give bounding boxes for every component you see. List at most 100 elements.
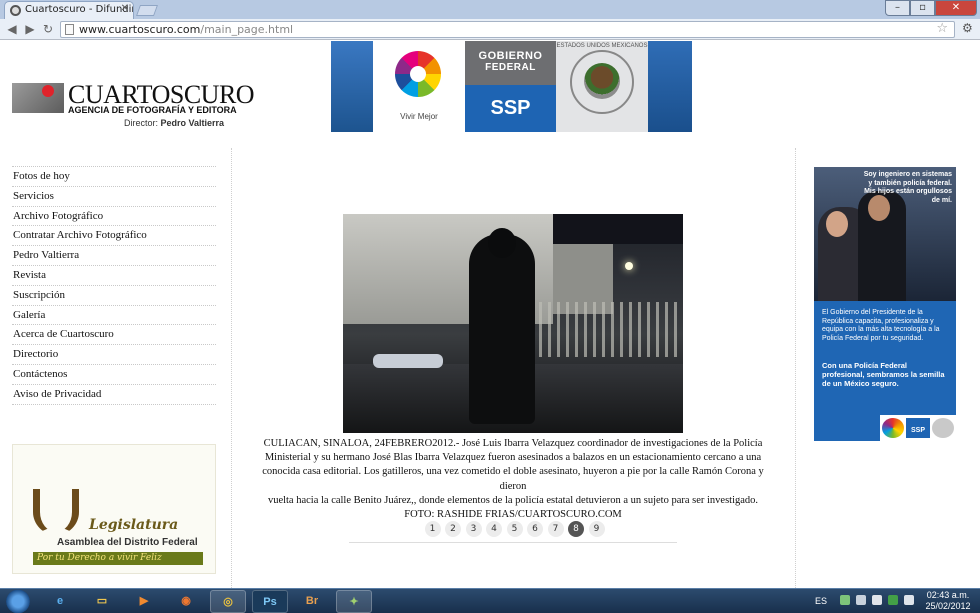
chrome-icon[interactable]: ◎ [210, 590, 246, 613]
minimize-button[interactable]: – [885, 0, 910, 16]
volume-icon[interactable] [904, 595, 914, 605]
url-domain: www.cuartoscuro.com [79, 23, 201, 36]
tray-icon[interactable] [840, 595, 850, 605]
logo-mark-icon [12, 83, 64, 113]
sidebar-item-pedro-valtierra[interactable]: Pedro Valtierra [12, 246, 216, 266]
sidebar-item-servicios[interactable]: Servicios [12, 187, 216, 207]
sidebar-item-fotos-de-hoy[interactable]: Fotos de hoy [12, 167, 216, 187]
bookmark-star-icon[interactable]: ☆ [936, 21, 948, 36]
legislatura-title: Legislatura [89, 517, 179, 533]
caption-line: conocida casa editorial. Los gatilleros,… [262, 466, 764, 492]
sidebar-menu: Fotos de hoy Servicios Archivo Fotográfi… [12, 166, 216, 405]
page-button-1[interactable]: 1 [424, 521, 441, 537]
vivir-mejor-logo-icon [395, 51, 441, 97]
legislatura-subtitle: Asamblea del Distrito Federal [57, 537, 198, 548]
tray-icon[interactable] [888, 595, 898, 605]
ad-quote: Soy ingeniero en sistemas y también poli… [863, 171, 952, 204]
firefox-icon[interactable]: ◉ [168, 590, 204, 613]
gobierno-label: GOBIERNO [478, 50, 543, 62]
legislatura-logo-icon [33, 489, 79, 535]
address-bar[interactable]: www.cuartoscuro.com/main_page.html ☆ [60, 21, 955, 38]
mexico-seal-icon [932, 418, 954, 438]
page-icon [65, 24, 74, 35]
photo-sky [553, 214, 683, 244]
sidebar-item-acerca[interactable]: Acerca de Cuartoscuro [12, 325, 216, 346]
sidebar-item-suscripcion[interactable]: Suscripción [12, 286, 216, 306]
mexico-seal-panel: ESTADOS UNIDOS MEXICANOS [556, 41, 648, 132]
sidebar-item-galeria[interactable]: Galería [12, 306, 216, 326]
tab-title: Cuartoscuro - Difundir la in [25, 4, 134, 15]
top-banner-ad[interactable]: Vivir Mejor GOBIERNO FEDERAL SSP ESTADOS… [331, 41, 692, 132]
bridge-icon[interactable]: Br [294, 590, 330, 613]
wrench-menu-icon[interactable]: ⚙ [962, 21, 976, 37]
browser-tab-bar: Cuartoscuro - Difundir la in ✕ – ▫ ✕ [0, 0, 980, 19]
sidebar-item-directorio[interactable]: Directorio [12, 345, 216, 365]
sidebar-item-archivo-fotografico[interactable]: Archivo Fotográfico [12, 207, 216, 227]
ssp-logo: SSP [906, 418, 930, 438]
director-line: Director: Pedro Valtierra [124, 118, 224, 128]
explorer-folder-icon[interactable]: ▭ [84, 590, 120, 613]
clock-time: 02:43 a.m. [926, 590, 970, 600]
network-app-icon[interactable]: ✦ [336, 590, 372, 613]
start-button[interactable] [3, 589, 33, 613]
web-page: CUARTOSCURO AGENCIA DE FOTOGRAFÍA Y EDIT… [0, 40, 980, 588]
photo-soldier [469, 234, 535, 424]
federal-label: FEDERAL [485, 62, 536, 73]
vivir-mejor-label: Vivir Mejor [400, 112, 438, 121]
cuartoscuro-logo[interactable]: CUARTOSCURO AGENCIA DE FOTOGRAFÍA Y EDIT… [12, 80, 255, 130]
window-controls: – ▫ ✕ [885, 0, 977, 16]
tab-close-icon[interactable]: ✕ [121, 3, 129, 14]
divider [231, 148, 232, 588]
divider [795, 148, 796, 588]
page-button-8-active[interactable]: 8 [568, 521, 584, 537]
sidebar-item-aviso-privacidad[interactable]: Aviso de Privacidad [12, 385, 216, 405]
sidebar-item-revista[interactable]: Revista [12, 266, 216, 286]
caption-line: CULIACAN, SINALOA, 24FEBRERO2012.- José … [263, 438, 763, 449]
page-button-5[interactable]: 5 [506, 521, 523, 537]
browser-tab[interactable]: Cuartoscuro - Difundir la in ✕ [4, 1, 134, 19]
site-favicon-icon [10, 5, 21, 16]
page-button-6[interactable]: 6 [527, 521, 543, 537]
ad-logos: SSP [880, 415, 956, 441]
vivir-mejor-panel: Vivir Mejor [373, 41, 465, 132]
back-icon[interactable]: ◀ [4, 21, 20, 37]
legislatura-ad[interactable]: Legislatura Asamblea del Distrito Federa… [12, 444, 216, 574]
sidebar-item-contratar-archivo[interactable]: Contratar Archivo Fotográfico [12, 226, 216, 247]
mexican-eagle-icon [584, 63, 620, 99]
sidebar-item-contactenos[interactable]: Contáctenos [12, 365, 216, 385]
page-button-9[interactable]: 9 [588, 521, 605, 537]
photo-pager: 1 2 3 4 5 6 7 8 9 [349, 521, 677, 543]
legislatura-slogan: Por tu Derecho a vivir Feliz [33, 552, 203, 565]
policia-federal-ad[interactable]: Soy ingeniero en sistemas y también poli… [814, 167, 956, 441]
internet-explorer-icon[interactable]: e [42, 590, 78, 613]
page-button-4[interactable]: 4 [486, 521, 502, 537]
tray-icons [840, 595, 922, 607]
caption-line: Ministerial y su hermano José Blas Ibarr… [264, 452, 762, 464]
new-tab-button[interactable] [135, 5, 159, 16]
browser-toolbar: ◀ ▶ ↻ www.cuartoscuro.com/main_page.html… [0, 19, 980, 40]
tray-icon[interactable] [872, 595, 882, 605]
clock[interactable]: 02:43 a.m. 25/02/2012 [920, 590, 976, 612]
logo-subtitle: AGENCIA DE FOTOGRAFÍA Y EDITORA [68, 105, 237, 115]
page-button-3[interactable]: 3 [465, 521, 482, 537]
photo-caption: CULIACAN, SINALOA, 24FEBRERO2012.- José … [254, 437, 772, 522]
url-path: /main_page.html [200, 23, 294, 36]
ssp-label: SSP [465, 85, 556, 132]
forward-icon[interactable]: ▶ [22, 21, 38, 37]
gobierno-federal-panel: GOBIERNO FEDERAL [465, 41, 556, 85]
caption-line: vuelta hacia la calle Benito Juárez,, do… [267, 494, 759, 506]
reload-icon[interactable]: ↻ [40, 21, 56, 37]
photoshop-icon[interactable]: Ps [252, 590, 288, 613]
page-button-2[interactable]: 2 [445, 521, 461, 537]
language-indicator[interactable]: ES [815, 596, 827, 606]
maximize-button[interactable]: ▫ [910, 0, 935, 16]
ad-text-1: El Gobierno del Presidente de la Repúbli… [822, 309, 940, 342]
director-name: Pedro Valtierra [160, 118, 225, 128]
photo-soldier-helmet [488, 228, 516, 258]
media-player-icon[interactable]: ▶ [126, 590, 162, 613]
page-button-7[interactable]: 7 [547, 521, 564, 537]
featured-photo[interactable] [343, 214, 683, 433]
close-window-button[interactable]: ✕ [935, 0, 977, 16]
banner-right-panel [648, 41, 692, 132]
tray-icon[interactable] [856, 595, 866, 605]
